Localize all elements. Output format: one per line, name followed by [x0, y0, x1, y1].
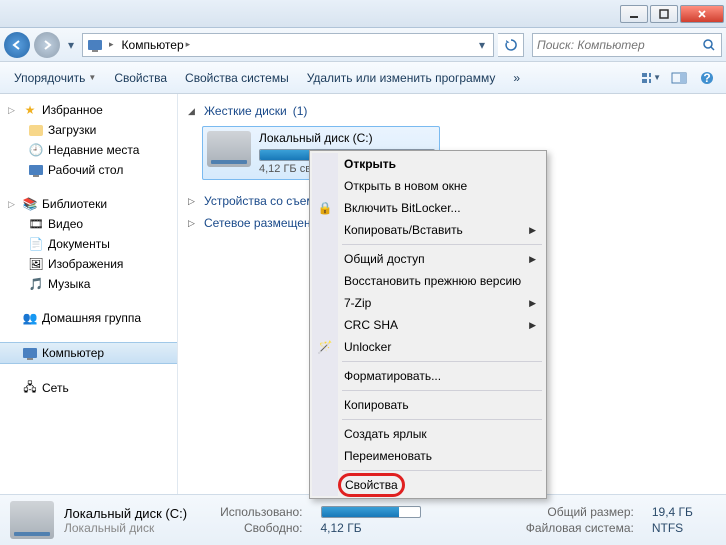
organize-menu[interactable]: Упорядочить ▼	[8, 69, 102, 87]
sidebar-network[interactable]: 🖧Сеть	[0, 378, 177, 398]
preview-pane-button[interactable]	[668, 67, 690, 89]
search-box[interactable]	[532, 33, 722, 57]
ctx-7zip[interactable]: 7-Zip▶	[312, 292, 544, 314]
address-bar[interactable]: ▸ Компьютер ▸ ▾	[82, 33, 494, 57]
status-free-value: 4,12 ГБ	[321, 521, 444, 535]
status-total-label: Общий размер:	[503, 505, 634, 519]
sidebar-computer[interactable]: Компьютер	[0, 342, 177, 364]
command-bar: Упорядочить ▼ Свойства Свойства системы …	[0, 62, 726, 94]
drive-icon	[207, 131, 251, 167]
sidebar-homegroup[interactable]: 👥Домашняя группа	[0, 308, 177, 328]
sidebar-item-desktop[interactable]: Рабочий стол	[0, 160, 177, 180]
refresh-button[interactable]	[498, 33, 524, 57]
status-subtitle: Локальный диск	[64, 521, 187, 535]
window-titlebar	[0, 0, 726, 28]
ctx-copy-paste[interactable]: Копировать/Вставить▶	[312, 219, 544, 241]
breadcrumb: ▸	[107, 39, 116, 50]
ctx-crc-sha[interactable]: CRC SHA▶	[312, 314, 544, 336]
context-menu: Открыть Открыть в новом окне 🔒Включить B…	[309, 150, 547, 499]
address-dropdown-icon[interactable]: ▾	[475, 35, 489, 55]
unlocker-icon: 🪄	[317, 339, 333, 355]
highlight-annotation: Свойства	[338, 473, 405, 497]
folder-icon	[28, 122, 44, 138]
status-fs-value: NTFS	[652, 521, 716, 535]
ctx-copy[interactable]: Копировать	[312, 394, 544, 416]
sidebar-item-downloads[interactable]: Загрузки	[0, 120, 177, 140]
ctx-create-shortcut[interactable]: Создать ярлык	[312, 423, 544, 445]
ctx-bitlocker[interactable]: 🔒Включить BitLocker...	[312, 197, 544, 219]
navigation-pane: ▷★Избранное Загрузки 🕘Недавние места Раб…	[0, 94, 178, 494]
category-hard-drives[interactable]: ◢Жесткие диски (1)	[188, 104, 716, 118]
back-button[interactable]	[4, 32, 30, 58]
breadcrumb-label: Компьютер	[122, 38, 184, 52]
ctx-open-new-window[interactable]: Открыть в новом окне	[312, 175, 544, 197]
maximize-button[interactable]	[650, 5, 678, 23]
ctx-unlocker[interactable]: 🪄Unlocker	[312, 336, 544, 358]
homegroup-icon: 👥	[22, 310, 38, 326]
system-properties-button[interactable]: Свойства системы	[179, 69, 295, 87]
navigation-bar: ▾ ▸ Компьютер ▸ ▾	[0, 28, 726, 62]
status-free-label: Свободно:	[197, 521, 302, 535]
sidebar-favorites[interactable]: ▷★Избранное	[0, 100, 177, 120]
sidebar-libraries[interactable]: ▷📚Библиотеки	[0, 194, 177, 214]
view-options-button[interactable]: ▼	[640, 67, 662, 89]
ctx-properties[interactable]: Свойства	[312, 474, 544, 496]
ctx-open[interactable]: Открыть	[312, 153, 544, 175]
ctx-rename[interactable]: Переименовать	[312, 445, 544, 467]
document-icon: 📄	[28, 236, 44, 252]
star-icon: ★	[22, 102, 38, 118]
sidebar-item-documents[interactable]: 📄Документы	[0, 234, 177, 254]
libraries-icon: 📚	[22, 196, 38, 212]
drive-label: Локальный диск (C:)	[259, 131, 435, 147]
forward-button[interactable]	[34, 32, 60, 58]
desktop-icon	[28, 162, 44, 178]
drive-icon	[10, 501, 54, 539]
uninstall-button[interactable]: Удалить или изменить программу	[301, 69, 502, 87]
sidebar-item-music[interactable]: 🎵Музыка	[0, 274, 177, 294]
music-icon: 🎵	[28, 276, 44, 292]
sidebar-item-pictures[interactable]: 🖼Изображения	[0, 254, 177, 274]
pictures-icon: 🖼	[28, 256, 44, 272]
ctx-restore-previous[interactable]: Восстановить прежнюю версию	[312, 270, 544, 292]
status-title: Локальный диск (C:)	[64, 506, 187, 521]
search-icon	[701, 37, 717, 53]
status-total-value: 19,4 ГБ	[652, 505, 716, 519]
toolbar-overflow[interactable]: »	[507, 69, 526, 87]
properties-button[interactable]: Свойства	[108, 69, 173, 87]
search-input[interactable]	[537, 38, 701, 52]
close-button[interactable]	[680, 5, 724, 23]
recent-icon: 🕘	[28, 142, 44, 158]
sidebar-item-videos[interactable]: 🎞Видео	[0, 214, 177, 234]
status-usage-bar	[321, 506, 421, 518]
ctx-format[interactable]: Форматировать...	[312, 365, 544, 387]
details-pane: Локальный диск (C:) Локальный диск Испол…	[0, 494, 726, 545]
history-dropdown[interactable]: ▾	[64, 35, 78, 55]
ctx-sharing[interactable]: Общий доступ▶	[312, 248, 544, 270]
svg-text:?: ?	[703, 71, 710, 85]
video-icon: 🎞	[28, 216, 44, 232]
bitlocker-icon: 🔒	[317, 200, 333, 216]
computer-icon	[87, 37, 103, 53]
minimize-button[interactable]	[620, 5, 648, 23]
status-fs-label: Файловая система:	[503, 521, 634, 535]
sidebar-item-recent[interactable]: 🕘Недавние места	[0, 140, 177, 160]
computer-icon	[22, 345, 38, 361]
status-used-label: Использовано:	[197, 505, 302, 519]
network-icon: 🖧	[22, 380, 38, 396]
breadcrumb-computer[interactable]: Компьютер ▸	[120, 38, 193, 52]
help-button[interactable]: ?	[696, 67, 718, 89]
